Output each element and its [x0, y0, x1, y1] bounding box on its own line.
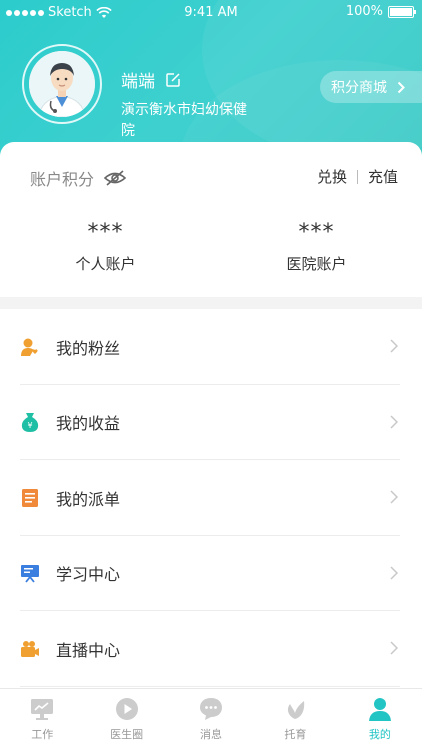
divider — [20, 685, 400, 687]
menu-item-label: 直播中心 — [56, 640, 121, 660]
account-points-title: 账户积分 — [30, 170, 95, 189]
section-gap — [0, 297, 422, 309]
menu-item-earnings[interactable]: ¥ 我的收益 — [0, 385, 422, 460]
doctor-avatar-icon — [29, 51, 95, 117]
hospital-account-label: 医院账户 — [286, 255, 347, 273]
hospital-name: 演示衡水市妇幼保健院 — [121, 102, 247, 139]
menu-item-label: 我的收益 — [56, 414, 121, 434]
chevron-right-icon — [397, 81, 405, 93]
chevron-right-icon — [390, 339, 398, 353]
menu-item-fans[interactable]: 我的粉丝 — [0, 309, 422, 385]
tab-label: 消息 — [200, 728, 223, 741]
tab-label: 医生圈 — [110, 728, 144, 741]
chevron-right-icon — [390, 565, 398, 580]
recharge-link[interactable]: 充值 — [368, 166, 398, 187]
leaf-icon — [288, 701, 305, 719]
account-points-card: 账户积分 兑换 充值 *** 个人账户 *** 医院账户 — [0, 142, 422, 297]
exchange-link[interactable]: 兑换 — [317, 166, 347, 187]
tab-label: 我的 — [368, 728, 391, 741]
chat-bubble-icon — [200, 698, 223, 720]
video-camera-icon — [21, 640, 39, 657]
user-name: 端端 — [121, 72, 155, 92]
tab-childcare[interactable]: 托育 — [253, 689, 337, 750]
hospital-account-value: *** — [298, 220, 335, 245]
fans-icon — [21, 338, 38, 356]
points-mall-label: 积分商城 — [331, 80, 387, 96]
personal-account-value: *** — [87, 220, 124, 245]
menu-item-learning[interactable]: 学习中心 — [0, 536, 422, 611]
battery-icon — [388, 5, 416, 18]
menu-item-live[interactable]: 直播中心 — [0, 611, 422, 687]
status-bar: Sketch 9:41 AM 100% — [0, 0, 422, 26]
tab-mine[interactable]: 我的 — [338, 689, 422, 750]
money-bag-icon: ¥ — [21, 413, 39, 433]
tab-messages[interactable]: 消息 — [169, 689, 253, 750]
menu-list: 我的粉丝 ¥ 我的收益 我的派单 学习中心 直播中心 — [0, 309, 422, 687]
points-mall-button[interactable]: 积分商城 — [320, 71, 422, 103]
play-circle-icon — [115, 698, 138, 720]
tab-bar: 工作 医生圈 消息 托育 我的 — [0, 688, 422, 750]
presentation-icon — [21, 565, 39, 583]
avatar[interactable] — [22, 44, 102, 124]
personal-account-label: 个人账户 — [75, 255, 136, 273]
chevron-right-icon — [390, 414, 398, 429]
personal-account[interactable]: *** 个人账户 — [0, 220, 211, 274]
divider — [356, 169, 358, 184]
hospital-account[interactable]: *** 医院账户 — [211, 220, 422, 274]
eye-hidden-icon[interactable] — [104, 170, 127, 186]
tab-label: 托育 — [284, 728, 307, 741]
dashboard-icon — [31, 699, 54, 720]
user-name-row: 端端 — [121, 67, 181, 92]
menu-item-label: 我的粉丝 — [56, 338, 121, 358]
menu-item-label: 我的派单 — [56, 489, 121, 509]
battery-percent: 100% — [345, 4, 383, 19]
menu-item-dispatch[interactable]: 我的派单 — [0, 460, 422, 536]
tab-doctor-circle[interactable]: 医生圈 — [84, 689, 168, 750]
chevron-right-icon — [390, 641, 398, 655]
tab-work[interactable]: 工作 — [0, 689, 84, 750]
person-icon — [368, 698, 391, 721]
svg-text:¥: ¥ — [27, 421, 32, 430]
tab-label: 工作 — [31, 728, 54, 741]
document-icon — [22, 488, 38, 507]
menu-item-label: 学习中心 — [56, 565, 121, 585]
chevron-right-icon — [390, 490, 398, 504]
edit-icon[interactable] — [165, 72, 181, 88]
